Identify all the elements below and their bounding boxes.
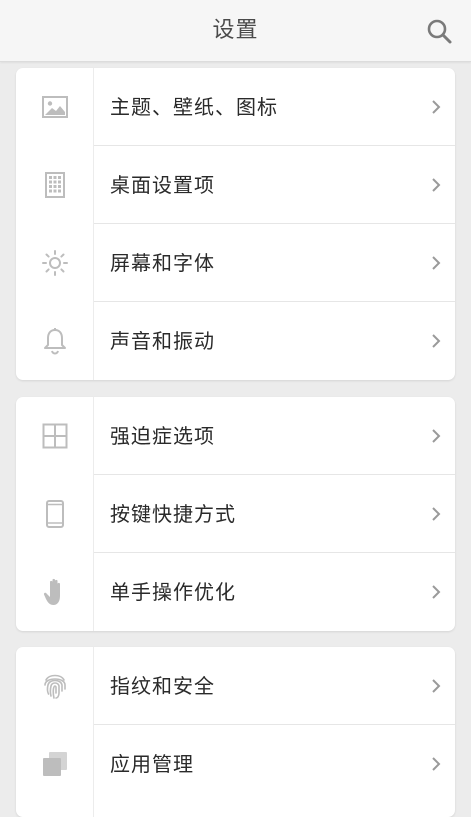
header-bar: 设置 xyxy=(0,0,471,62)
phone-icon xyxy=(16,475,94,553)
settings-item-fingerprint-security[interactable]: 指纹和安全 xyxy=(16,647,455,725)
chevron-right-icon xyxy=(432,178,441,192)
image-icon xyxy=(16,68,94,146)
chevron-right-icon xyxy=(432,429,441,443)
chevron-right-icon xyxy=(432,757,441,771)
settings-item-theme-wallpaper-icon[interactable]: 主题、壁纸、图标 xyxy=(16,68,455,146)
settings-item-label: 主题、壁纸、图标 xyxy=(110,95,278,119)
chevron-right-icon xyxy=(432,679,441,693)
chevron-right-icon xyxy=(432,585,441,599)
search-button[interactable] xyxy=(425,17,453,45)
settings-item-one-hand[interactable]: 单手操作优化 xyxy=(16,552,455,631)
settings-item-label: 按键快捷方式 xyxy=(110,502,236,526)
chevron-right-icon xyxy=(432,507,441,521)
settings-card-personalization: 主题、壁纸、图标 桌面设置项 屏幕和字体 声音和振动 xyxy=(16,68,455,380)
hand-icon xyxy=(16,553,94,631)
settings-item-label: 强迫症选项 xyxy=(110,424,215,448)
apps-stack-icon xyxy=(16,725,94,803)
settings-item-label: 屏幕和字体 xyxy=(110,251,215,275)
brightness-icon xyxy=(16,224,94,302)
settings-item-ocd-options[interactable]: 强迫症选项 xyxy=(16,397,455,475)
settings-item-app-management[interactable]: 应用管理 xyxy=(16,724,455,803)
fingerprint-icon xyxy=(16,647,94,725)
search-icon xyxy=(427,19,452,44)
settings-item-label: 声音和振动 xyxy=(110,329,215,353)
settings-item-sound-vibration[interactable]: 声音和振动 xyxy=(16,301,455,380)
window-grid-icon xyxy=(16,397,94,475)
settings-item-label: 指纹和安全 xyxy=(110,674,215,698)
settings-item-screen-font[interactable]: 屏幕和字体 xyxy=(16,223,455,302)
chevron-right-icon xyxy=(432,100,441,114)
settings-item-desktop[interactable]: 桌面设置项 xyxy=(16,145,455,224)
grid-icon xyxy=(16,146,94,224)
settings-item-label: 单手操作优化 xyxy=(110,580,236,604)
settings-card-security: 指纹和安全 应用管理 xyxy=(16,647,455,817)
page-title: 设置 xyxy=(212,18,259,43)
chevron-right-icon xyxy=(432,334,441,348)
settings-card-behavior: 强迫症选项 按键快捷方式 单手操作优化 xyxy=(16,397,455,631)
chevron-right-icon xyxy=(432,256,441,270)
settings-item-label: 桌面设置项 xyxy=(110,173,215,197)
settings-item-key-shortcuts[interactable]: 按键快捷方式 xyxy=(16,474,455,553)
settings-item-label: 应用管理 xyxy=(110,752,194,776)
bell-icon xyxy=(16,302,94,380)
